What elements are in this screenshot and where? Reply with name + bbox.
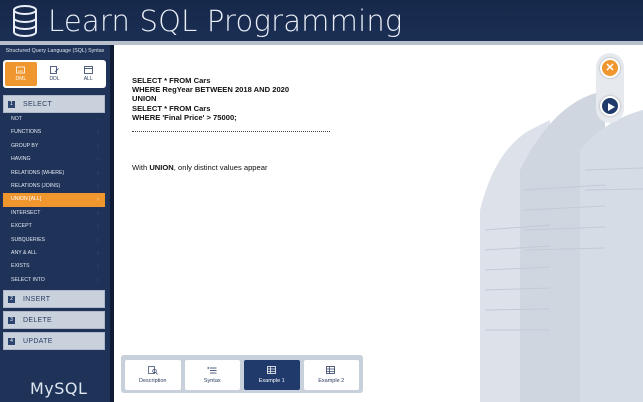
tab-syntax[interactable]: Syntax bbox=[184, 360, 240, 390]
window-icon bbox=[83, 66, 93, 74]
tab-example-2[interactable]: Example 2 bbox=[303, 360, 359, 390]
mode-dml-label: DML bbox=[15, 76, 27, 82]
tab-label: Example 1 bbox=[258, 378, 285, 384]
sidebar-item-group-by[interactable]: GROUP BY bbox=[3, 140, 105, 154]
sidebar-item-except[interactable]: EXCEPT bbox=[3, 220, 105, 234]
app-title: Learn SQL Programming bbox=[48, 4, 403, 38]
tab-example-1[interactable]: Example 1 bbox=[244, 360, 300, 390]
dotted-divider bbox=[132, 131, 330, 132]
sidebar-item-not[interactable]: NOT bbox=[3, 113, 105, 127]
note-prefix: With bbox=[132, 163, 150, 172]
mysql-logo: MySQL bbox=[30, 379, 88, 398]
building-background-image bbox=[480, 90, 643, 402]
category-insert[interactable]: 2 INSERT bbox=[3, 290, 105, 308]
category-number: 2 bbox=[8, 295, 15, 303]
code-line: UNION bbox=[132, 94, 157, 104]
sidebar-item-any-all[interactable]: ANY & ALL bbox=[3, 247, 105, 261]
category-number: 1 bbox=[8, 100, 15, 108]
sidebar-item-functions[interactable]: FUNCTIONS bbox=[3, 126, 105, 140]
category-label: DELETE bbox=[23, 316, 53, 324]
app-header: Learn SQL Programming bbox=[0, 0, 643, 43]
close-icon: ✕ bbox=[605, 62, 615, 74]
tab-label: Description bbox=[138, 378, 167, 384]
category-label: UPDATE bbox=[23, 337, 53, 345]
note-keyword: UNION bbox=[149, 163, 174, 172]
sidebar: Structured Query Language (SQL) Syntax D… bbox=[0, 45, 112, 402]
category-label: INSERT bbox=[23, 295, 51, 303]
code-line: SELECT * FROM Cars bbox=[132, 76, 211, 85]
keyboard-icon bbox=[16, 66, 26, 74]
sidebar-item-intersect[interactable]: INTERSECT bbox=[3, 207, 105, 221]
example-note: With UNION, only distinct values appear bbox=[132, 163, 268, 172]
sidebar-border bbox=[110, 45, 114, 402]
sidebar-item-having[interactable]: HAVING bbox=[3, 153, 105, 167]
play-button[interactable] bbox=[600, 96, 620, 116]
mode-selector: DML DDL ALL bbox=[3, 60, 106, 88]
sidebar-item-relations-where[interactable]: RELATIONS (WHERE) bbox=[3, 167, 105, 181]
code-line: SELECT * FROM Cars bbox=[132, 103, 211, 113]
close-button[interactable]: ✕ bbox=[600, 58, 620, 78]
sidebar-item-relations-joins[interactable]: RELATIONS (JOINS) bbox=[3, 180, 105, 194]
sidebar-item-select-into[interactable]: SELECT INTO bbox=[3, 274, 105, 288]
note-suffix: , only distinct values appear bbox=[173, 163, 268, 172]
category-number: 4 bbox=[8, 337, 15, 345]
list-icon bbox=[207, 366, 217, 374]
mode-all-button[interactable]: ALL bbox=[72, 62, 104, 86]
code-example: SELECT * FROM Cars WHERE RegYear BETWEEN… bbox=[132, 76, 289, 122]
search-doc-icon bbox=[147, 366, 158, 375]
sidebar-item-union-all[interactable]: UNION [ALL] bbox=[3, 193, 105, 207]
category-label: SELECT bbox=[23, 100, 53, 108]
tab-label: Syntax bbox=[203, 378, 221, 384]
category-delete[interactable]: 3 DELETE bbox=[3, 311, 105, 329]
play-icon bbox=[608, 103, 615, 111]
code-line: WHERE RegYear BETWEEN 2018 AND 2020 bbox=[132, 85, 290, 95]
code-line: WHERE 'Final Price' > 75000; bbox=[132, 112, 237, 122]
tab-description[interactable]: Description bbox=[125, 360, 181, 390]
example-tabbar: Description Syntax Example 1 Example 2 bbox=[121, 355, 363, 393]
category-number: 3 bbox=[8, 316, 15, 324]
edit-doc-icon bbox=[50, 66, 59, 74]
sidebar-heading: Structured Query Language (SQL) Syntax bbox=[5, 48, 105, 54]
mode-ddl-button[interactable]: DDL bbox=[39, 62, 71, 86]
database-icon bbox=[13, 5, 37, 37]
mode-dml-button[interactable]: DML bbox=[5, 62, 37, 86]
mode-all-label: ALL bbox=[83, 76, 93, 82]
sidebar-item-exists[interactable]: EXISTS bbox=[3, 260, 105, 274]
category-update[interactable]: 4 UPDATE bbox=[3, 332, 105, 350]
table-icon bbox=[326, 366, 336, 374]
tab-label: Example 2 bbox=[318, 378, 345, 384]
select-subitems: NOT FUNCTIONS GROUP BY HAVING RELATIONS … bbox=[3, 113, 105, 287]
table-icon bbox=[266, 366, 276, 374]
mode-ddl-label: DDL bbox=[49, 76, 60, 82]
category-select[interactable]: 1 SELECT bbox=[3, 95, 105, 113]
sidebar-item-subqueries[interactable]: SUBQUERIES bbox=[3, 234, 105, 248]
